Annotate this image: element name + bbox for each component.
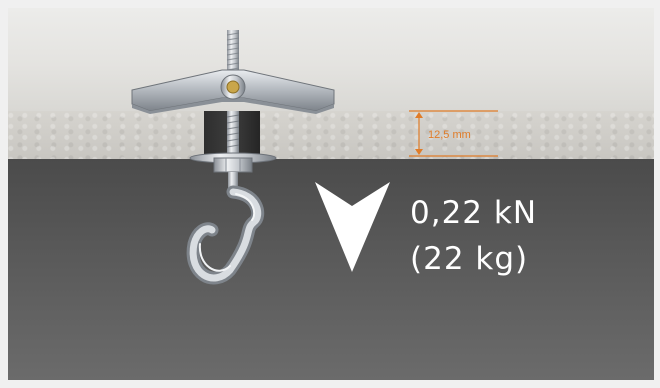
illustration-scene: 12,5 mm 0,22 kN (22 kg) xyxy=(8,8,654,380)
toggle-wings xyxy=(131,69,335,114)
load-force-text: 0,22 kN xyxy=(410,195,538,231)
threaded-rod-middle xyxy=(226,111,240,157)
washer-and-nut xyxy=(189,152,277,173)
load-mass-text: (22 kg) xyxy=(410,241,529,277)
image-frame: 12,5 mm 0,22 kN (22 kg) xyxy=(0,0,660,388)
spring-toggle-anchor-illustration xyxy=(131,30,498,285)
ceiling-hook xyxy=(186,172,265,285)
down-arrow-icon xyxy=(315,182,390,272)
board-thickness-label: 12,5 mm xyxy=(428,129,471,141)
